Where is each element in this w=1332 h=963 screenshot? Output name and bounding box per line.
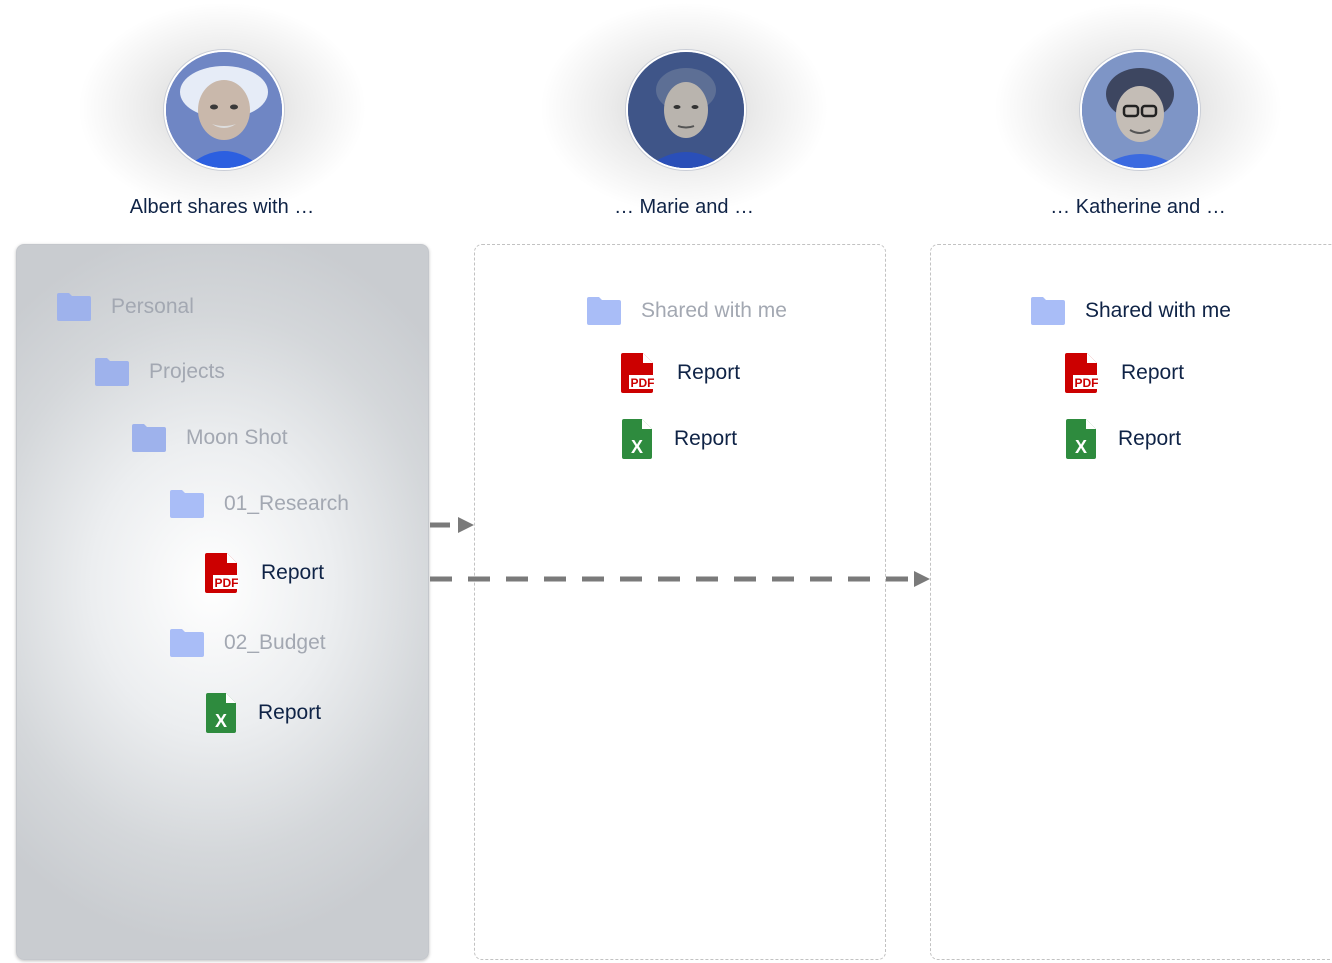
marie-drive-panel: Shared with me PDF Report X Report bbox=[474, 244, 886, 960]
tree-item-01-research[interactable]: 01_Research bbox=[170, 484, 349, 524]
tree-item-projects[interactable]: Projects bbox=[95, 352, 225, 392]
pdf-file-icon: PDF bbox=[1065, 353, 1099, 393]
avatar-marie bbox=[626, 50, 746, 170]
person-albert: Albert shares with … bbox=[42, 0, 402, 230]
folder-icon bbox=[170, 490, 204, 518]
tree-item-pdf-report[interactable]: PDF Report bbox=[621, 353, 740, 393]
caption-marie: … Marie and … bbox=[613, 196, 755, 218]
caption-albert: Albert shares with … bbox=[129, 196, 315, 218]
albert-drive-panel: Personal Projects Moon Shot 01_Research … bbox=[16, 244, 429, 960]
tree-item-label: Report bbox=[258, 701, 322, 724]
svg-text:PDF: PDF bbox=[215, 576, 239, 590]
tree-item-label: Report bbox=[674, 427, 738, 450]
svg-text:PDF: PDF bbox=[631, 376, 655, 390]
tree-item-research-report[interactable]: PDF Report bbox=[205, 553, 324, 593]
katherine-drive-panel: Shared with me PDF Report X Report bbox=[930, 244, 1332, 960]
tree-item-label: Projects bbox=[149, 360, 225, 383]
svg-text:X: X bbox=[1075, 437, 1087, 457]
person-marie: … Marie and … bbox=[504, 0, 864, 230]
folder-icon bbox=[170, 629, 204, 657]
folder-icon bbox=[1031, 297, 1065, 325]
spreadsheet-file-icon: X bbox=[1066, 419, 1096, 459]
tree-item-label: Report bbox=[677, 361, 741, 384]
avatar-albert bbox=[164, 50, 284, 170]
tree-item-label: 01_Research bbox=[224, 492, 349, 515]
folder-icon bbox=[57, 293, 91, 321]
svg-text:X: X bbox=[631, 437, 643, 457]
pdf-file-icon: PDF bbox=[621, 353, 655, 393]
avatar-katherine bbox=[1080, 50, 1200, 170]
pdf-file-icon: PDF bbox=[205, 553, 239, 593]
tree-item-label: Report bbox=[261, 561, 325, 584]
tree-item-label: 02_Budget bbox=[224, 631, 326, 654]
tree-item-xls-report[interactable]: X Report bbox=[622, 419, 737, 459]
caption-katherine: … Katherine and … bbox=[1050, 196, 1226, 218]
person-katherine: … Katherine and … bbox=[958, 0, 1318, 230]
tree-item-label: Moon Shot bbox=[186, 426, 288, 449]
tree-item-shared-with-me[interactable]: Shared with me bbox=[1031, 291, 1231, 331]
spreadsheet-file-icon: X bbox=[206, 693, 236, 733]
tree-item-shared-with-me[interactable]: Shared with me bbox=[587, 291, 787, 331]
tree-item-label: Shared with me bbox=[1085, 299, 1231, 322]
folder-icon bbox=[95, 358, 129, 386]
tree-item-personal[interactable]: Personal bbox=[57, 287, 194, 327]
sharing-diagram: Albert shares with … … Marie and … … Kat… bbox=[0, 0, 1332, 963]
tree-item-budget-report[interactable]: X Report bbox=[206, 693, 321, 733]
spreadsheet-file-icon: X bbox=[622, 419, 652, 459]
tree-item-moon-shot[interactable]: Moon Shot bbox=[132, 418, 288, 458]
folder-icon bbox=[587, 297, 621, 325]
tree-item-pdf-report[interactable]: PDF Report bbox=[1065, 353, 1184, 393]
tree-item-label: Report bbox=[1118, 427, 1182, 450]
tree-item-02-budget[interactable]: 02_Budget bbox=[170, 623, 326, 663]
folder-icon bbox=[132, 424, 166, 452]
svg-text:X: X bbox=[215, 711, 227, 731]
tree-item-label: Shared with me bbox=[641, 299, 787, 322]
arrow-to-marie bbox=[430, 517, 474, 533]
tree-item-xls-report[interactable]: X Report bbox=[1066, 419, 1181, 459]
tree-item-label: Report bbox=[1121, 361, 1185, 384]
tree-item-label: Personal bbox=[111, 295, 194, 318]
svg-text:PDF: PDF bbox=[1075, 376, 1099, 390]
